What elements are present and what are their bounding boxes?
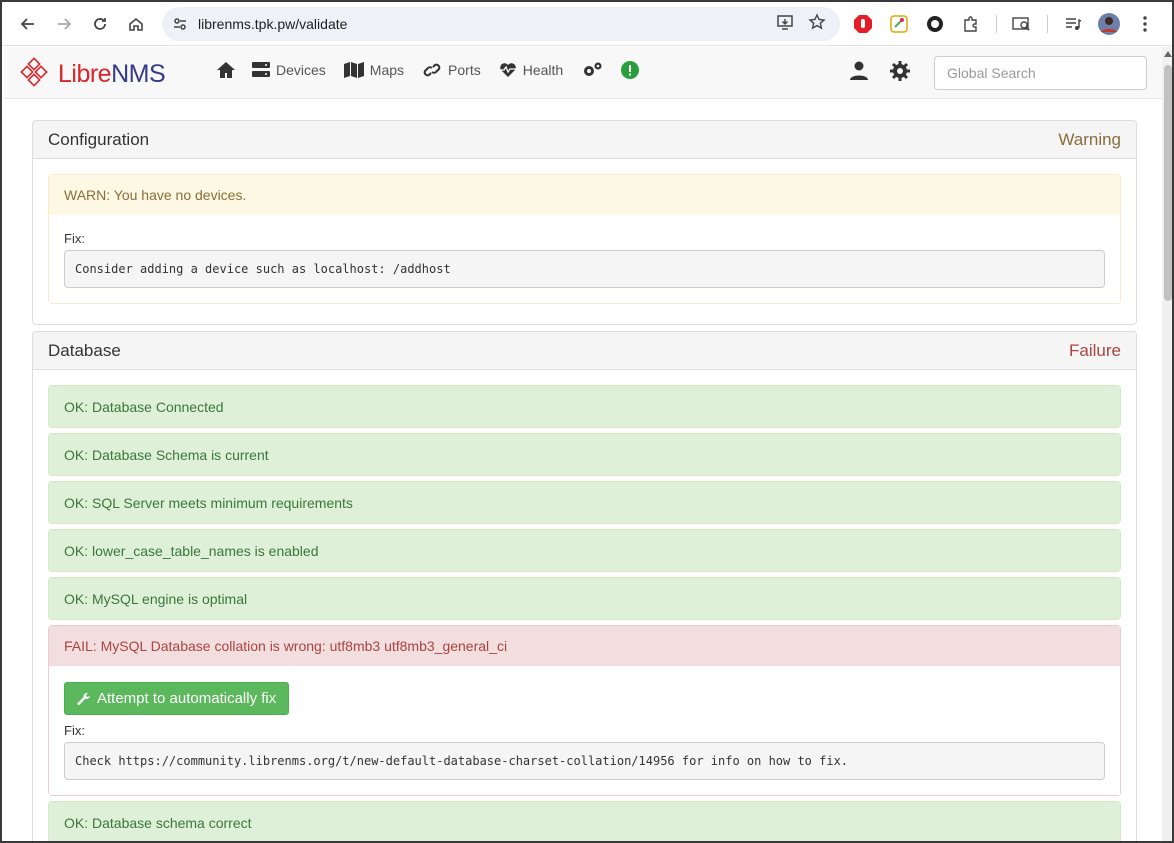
validation-content: Configuration Warning WARN: You have no … — [32, 120, 1137, 841]
page-scrollbar[interactable] — [1162, 47, 1172, 841]
main-menu: Devices Maps Ports Health — [216, 61, 657, 79]
db-ok-message: OK: Database schema correct — [49, 802, 1120, 841]
back-icon[interactable] — [10, 6, 46, 42]
install-app-icon[interactable] — [776, 13, 794, 36]
app-navbar: LibreNMS Devices Maps Ports Health — [4, 47, 1162, 99]
site-settings-icon[interactable] — [162, 16, 198, 32]
wrench-icon — [77, 692, 91, 705]
toolbar-separator — [996, 15, 997, 33]
db-ok-message: OK: MySQL engine is optimal — [49, 578, 1120, 619]
color-picker-extension-icon[interactable] — [888, 13, 910, 35]
reload-icon[interactable] — [82, 6, 118, 42]
nav-devices[interactable]: Devices — [252, 62, 326, 78]
home-icon[interactable] — [118, 6, 154, 42]
database-panel: Database Failure OK: Database Connected … — [32, 331, 1137, 841]
list-item: OK: MySQL engine is optimal — [48, 577, 1121, 620]
toolbar-separator — [1047, 15, 1048, 33]
list-item: OK: Database Connected — [48, 385, 1121, 428]
heartbeat-icon — [499, 63, 516, 77]
list-item: OK: Database schema correct — [48, 801, 1121, 841]
config-warn-message: WARN: You have no devices. — [49, 175, 1120, 215]
db-fail-message: FAIL: MySQL Database collation is wrong:… — [49, 626, 1120, 666]
auto-fix-button[interactable]: Attempt to automatically fix — [64, 682, 290, 715]
nav-devices-label: Devices — [276, 62, 326, 78]
forward-icon[interactable] — [46, 6, 82, 42]
configuration-panel-heading[interactable]: Configuration Warning — [33, 121, 1136, 159]
address-bar[interactable]: librenms.tpk.pw/validate — [162, 7, 840, 41]
config-fix-code: Consider adding a device such as localho… — [64, 250, 1105, 288]
browser-window: librenms.tpk.pw/validate LibreNMS Device… — [0, 0, 1174, 843]
db-fix-code: Check https://community.librenms.org/t/n… — [64, 742, 1105, 780]
gear-extension-icon[interactable] — [924, 13, 946, 35]
configuration-panel: Configuration Warning WARN: You have no … — [32, 120, 1137, 325]
db-ok-message: OK: SQL Server meets minimum requirement… — [49, 482, 1120, 523]
configuration-status: Warning — [1058, 129, 1121, 149]
navbar-right — [850, 61, 910, 86]
config-warn-result: WARN: You have no devices. Fix: Consider… — [48, 174, 1121, 304]
database-panel-heading[interactable]: Database Failure — [33, 332, 1136, 370]
nav-health[interactable]: Health — [499, 62, 563, 78]
alert-exclamation-icon — [621, 61, 640, 79]
bookmark-star-icon[interactable] — [808, 12, 826, 36]
adblock-icon[interactable] — [852, 13, 874, 35]
scroll-up-arrow-icon[interactable] — [1164, 51, 1172, 57]
browser-menu-icon[interactable] — [1134, 13, 1156, 35]
nav-health-label: Health — [522, 62, 564, 78]
librenms-logo[interactable]: LibreNMS — [20, 57, 166, 91]
db-fix-label: Fix: — [64, 723, 85, 738]
map-icon — [343, 62, 364, 78]
db-fail-result: FAIL: MySQL Database collation is wrong:… — [48, 625, 1121, 796]
nav-ports-label: Ports — [448, 62, 481, 78]
scroll-thumb[interactable] — [1164, 65, 1172, 301]
home-icon — [217, 62, 235, 78]
db-ok-message: OK: Database Connected — [49, 386, 1120, 427]
profile-avatar[interactable] — [1098, 13, 1120, 35]
database-status: Failure — [1069, 340, 1121, 360]
brand-libre-text: Libre — [58, 59, 112, 88]
server-icon — [252, 62, 270, 77]
nav-alerts[interactable] — [621, 61, 640, 79]
user-icon[interactable] — [850, 61, 868, 86]
gear-icon[interactable] — [890, 61, 910, 86]
database-title: Database — [48, 340, 121, 360]
nav-maps[interactable]: Maps — [343, 62, 405, 78]
list-item: OK: lower_case_table_names is enabled — [48, 529, 1121, 572]
link-icon — [423, 63, 441, 77]
global-search-input[interactable] — [934, 56, 1147, 90]
extensions-area — [852, 10, 1156, 38]
browser-toolbar: librenms.tpk.pw/validate — [2, 2, 1172, 46]
nav-ports[interactable]: Ports — [422, 62, 481, 78]
db-ok-message: OK: lower_case_table_names is enabled — [49, 530, 1120, 571]
nav-settings-cogs[interactable] — [581, 61, 603, 79]
url-text[interactable]: librenms.tpk.pw/validate — [198, 16, 776, 32]
list-item: OK: SQL Server meets minimum requirement… — [48, 481, 1121, 524]
brand-nms-text: NMS — [111, 59, 166, 88]
list-item: OK: Database Schema is current — [48, 433, 1121, 476]
tab-search-icon[interactable] — [1011, 13, 1033, 35]
configuration-title: Configuration — [48, 129, 150, 149]
nav-maps-label: Maps — [369, 62, 405, 78]
nav-home[interactable] — [216, 61, 236, 79]
media-controls-icon[interactable] — [1062, 13, 1084, 35]
extensions-puzzle-icon[interactable] — [960, 13, 982, 35]
librenms-logo-mark-icon — [20, 57, 48, 87]
db-ok-message: OK: Database Schema is current — [49, 434, 1120, 475]
cogs-icon — [584, 62, 602, 76]
config-fix-label: Fix: — [64, 231, 85, 246]
auto-fix-button-label: Attempt to automatically fix — [97, 690, 277, 707]
